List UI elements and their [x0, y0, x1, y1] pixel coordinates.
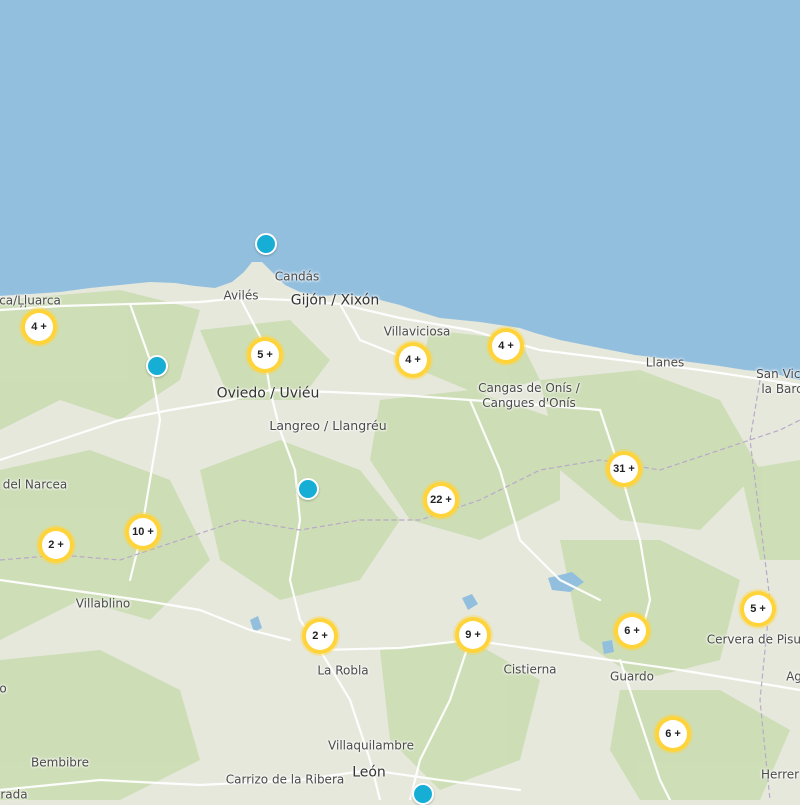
place-label-guardo: Guardo	[610, 669, 654, 684]
place-label-carrizo: Carrizo de la Ribera	[225, 772, 345, 787]
cluster-count: 9 +	[459, 621, 487, 649]
cluster-marker[interactable]: 2 +	[38, 527, 74, 563]
cluster-count: 31 +	[610, 455, 638, 483]
map-canvas[interactable]: Candás Avilés Gijón / Xixón ca/Ļļuarca V…	[0, 0, 800, 805]
place-label-cistierna: Cistierna	[503, 662, 557, 677]
place-label-cervera: Cervera de Pisuer	[706, 632, 800, 647]
cluster-count: 10 +	[129, 518, 157, 546]
cluster-count: 4 +	[492, 332, 520, 360]
place-label-gijon: Gijón / Xixón	[290, 292, 380, 309]
place-label-san-vicente: San Vice la Barc	[756, 367, 800, 396]
place-label-langreo: Langreo / Llangréu	[269, 418, 387, 434]
cluster-count: 6 +	[659, 720, 687, 748]
cluster-count: 2 +	[306, 622, 334, 650]
place-label-herrera: Herrer	[760, 767, 800, 782]
place-label-leon: León	[352, 764, 386, 781]
place-label-cangas-onis: Cangas de Onís / Cangues d'Onís	[478, 381, 580, 410]
cluster-count: 5 +	[744, 595, 772, 623]
cluster-marker[interactable]: 4 +	[21, 309, 57, 345]
cluster-count: 5 +	[251, 341, 279, 369]
location-marker[interactable]	[297, 478, 319, 500]
place-label-candas: Candás	[274, 269, 320, 284]
location-marker[interactable]	[412, 783, 434, 805]
cluster-marker[interactable]: 22 +	[423, 482, 459, 518]
cluster-marker[interactable]: 4 +	[395, 342, 431, 378]
basemap	[0, 0, 800, 800]
place-label-villablino: Villablino	[75, 596, 131, 611]
cluster-marker[interactable]: 9 +	[455, 617, 491, 653]
location-marker[interactable]	[255, 233, 277, 255]
place-label-luarca: ca/Ļļuarca	[0, 293, 61, 308]
cluster-count: 4 +	[25, 313, 53, 341]
cluster-marker[interactable]: 5 +	[740, 591, 776, 627]
place-label-edge-o: o	[0, 681, 7, 696]
cluster-marker[interactable]: 5 +	[247, 337, 283, 373]
place-label-edge-ag: Ag	[786, 669, 800, 684]
place-label-llanes: Llanes	[645, 355, 685, 370]
cluster-count: 22 +	[427, 486, 455, 514]
place-label-bembibre: Bembibre	[31, 755, 89, 770]
place-label-aviles: Avilés	[223, 288, 259, 303]
location-marker[interactable]	[146, 355, 168, 377]
place-label-edge-rada: rada	[0, 787, 28, 802]
cluster-count: 2 +	[42, 531, 70, 559]
cluster-marker[interactable]: 10 +	[125, 514, 161, 550]
cluster-marker[interactable]: 6 +	[655, 716, 691, 752]
cluster-marker[interactable]: 6 +	[614, 613, 650, 649]
cluster-count: 4 +	[399, 346, 427, 374]
cluster-marker[interactable]: 4 +	[488, 328, 524, 364]
cluster-marker[interactable]: 2 +	[302, 618, 338, 654]
place-label-villaquilambre: Villaquilambre	[328, 738, 414, 753]
place-label-oviedo: Oviedo / Uviéu	[216, 385, 320, 402]
place-label-cangas-narcea: del Narcea	[2, 477, 68, 492]
cluster-count: 6 +	[618, 617, 646, 645]
place-label-villaviciosa: Villaviciosa	[383, 324, 451, 339]
cluster-marker[interactable]: 31 +	[606, 451, 642, 487]
place-label-la-robla: La Robla	[317, 663, 369, 678]
